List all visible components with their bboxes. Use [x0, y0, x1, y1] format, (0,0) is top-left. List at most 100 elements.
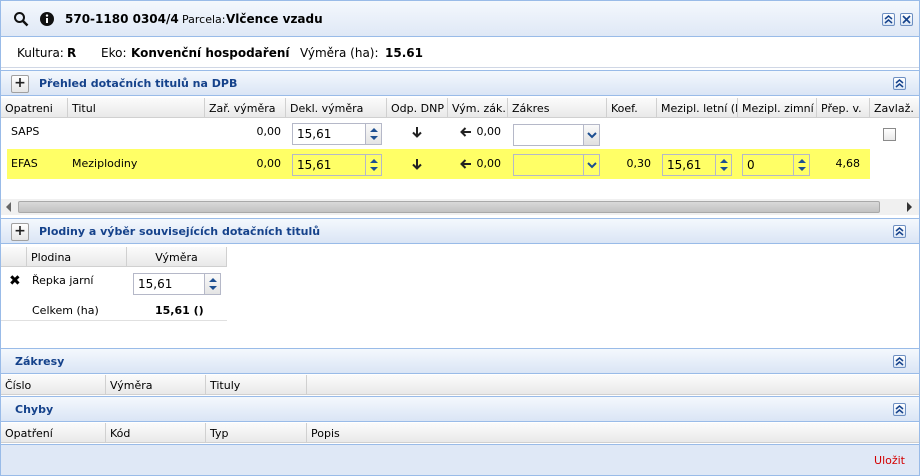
plodina-cell: Řepka jarní: [32, 274, 94, 287]
plodina-vymera-value: 15,61: [138, 277, 173, 291]
zar-vymera-cell: 0,00: [256, 157, 282, 170]
list-item[interactable]: ✖ Řepka jarní 15,61: [1, 268, 227, 298]
stepper-arrows-icon[interactable]: [365, 155, 381, 175]
table-row[interactable]: EFAS Meziplodiny 0,00 15,61 0,00 0,30 15…: [7, 149, 870, 179]
col-vym-zak[interactable]: Vým. zák.: [448, 98, 508, 118]
col-opatreni[interactable]: Opatreni: [1, 98, 68, 118]
plodiny-grid-header: Plodina Výměra: [1, 247, 227, 267]
chyby-section-header: Chyby: [1, 396, 919, 422]
col-delete: [1, 247, 27, 267]
col-zakresy-vymera[interactable]: Výměra: [106, 375, 206, 395]
scrollbar-thumb[interactable]: [18, 201, 880, 213]
total-label: Celkem (ha): [32, 304, 99, 317]
opatreni-cell: EFAS: [11, 157, 38, 170]
col-mezipl-zimni[interactable]: Mezipl. zimní (ha: [738, 98, 817, 118]
col-zavlaz[interactable]: Zavlaž.: [870, 98, 919, 118]
plodiny-total-row: Celkem (ha) 15,61 (): [1, 299, 227, 321]
col-odp-dnp[interactable]: Odp. DNP: [387, 98, 448, 118]
col-popis[interactable]: Popis: [307, 423, 919, 443]
window-footer: Uložit: [1, 444, 919, 475]
add-plodina-button[interactable]: +: [11, 223, 29, 241]
info-icon[interactable]: [39, 11, 55, 27]
zavlaz-checkbox[interactable]: [883, 128, 896, 141]
total-value: 15,61 (): [155, 304, 204, 317]
vymera-label: Výměra (ha):: [300, 46, 379, 60]
col-zar-vymera[interactable]: Zař. výměra: [205, 98, 286, 118]
col-typ[interactable]: Typ: [206, 423, 307, 443]
prep-v-cell: 4,68: [835, 157, 861, 170]
dekl-vymera-stepper[interactable]: 15,61: [292, 123, 382, 145]
col-koef[interactable]: Koef.: [607, 98, 657, 118]
koef-cell: 0,30: [626, 157, 652, 170]
col-plodina[interactable]: Plodina: [27, 247, 127, 267]
col-cislo[interactable]: Číslo: [1, 375, 106, 395]
parcel-label: Parcela:: [182, 13, 226, 26]
plodiny-section-title: Plodiny a výběr souvisejících dotačních …: [39, 225, 321, 238]
zakresy-section-header: Zákresy: [1, 348, 919, 374]
eko-label: Eko:: [101, 46, 127, 60]
save-link[interactable]: Uložit: [874, 454, 905, 467]
kultura-value: R: [67, 46, 77, 60]
arrow-down-icon[interactable]: [411, 126, 423, 141]
window-titlebar: 570-1180 0304/4 Parcela: Vlčence vzadu: [1, 1, 919, 37]
close-icon[interactable]: [900, 13, 913, 26]
collapse-all-icon[interactable]: [882, 13, 895, 26]
eko-value: Konvenční hospodaření: [131, 46, 290, 60]
stepper-arrows-icon[interactable]: [365, 124, 381, 144]
col-dekl-vymera[interactable]: Dekl. výměra: [286, 98, 387, 118]
col-prep-v[interactable]: Přep. v.: [817, 98, 870, 118]
col-zakres[interactable]: Zákres: [508, 98, 607, 118]
collapse-chyby-icon[interactable]: [893, 403, 906, 416]
dpb-section-header: + Přehled dotačních titulů na DPB: [1, 70, 919, 96]
stepper-arrows-icon[interactable]: [204, 274, 220, 294]
delete-icon[interactable]: ✖: [9, 273, 21, 289]
col-kod[interactable]: Kód: [106, 423, 206, 443]
col-chyby-opatreni[interactable]: Opatření: [1, 423, 106, 443]
scroll-right-icon[interactable]: [905, 202, 913, 215]
add-dpb-button[interactable]: +: [11, 75, 29, 93]
col-tituly[interactable]: Tituly: [206, 375, 307, 395]
zar-vymera-cell: 0,00: [256, 125, 282, 138]
stepper-arrows-icon[interactable]: [715, 155, 731, 175]
plodina-vymera-stepper[interactable]: 15,61: [133, 273, 221, 295]
kultura-label: Kultura:: [17, 46, 64, 60]
dpb-horizontal-scrollbar[interactable]: [1, 199, 919, 215]
dekl-vymera-value: 15,61: [297, 158, 332, 172]
vymera-value: 15.61: [385, 46, 423, 60]
zakresy-grid-header: Číslo Výměra Tituly: [1, 375, 919, 395]
plodiny-section-header: + Plodiny a výběr souvisejících dotačníc…: [1, 218, 919, 244]
zakres-select[interactable]: [513, 154, 600, 176]
chyby-section-title: Chyby: [15, 403, 54, 416]
table-row[interactable]: SAPS 0,00 15,61 0,00: [1, 119, 919, 149]
dekl-vymera-stepper[interactable]: 15,61: [292, 154, 382, 176]
arrow-down-icon[interactable]: [411, 158, 423, 173]
mezipl-zimni-stepper[interactable]: 0: [742, 154, 810, 176]
chyby-grid-header: Opatření Kód Typ Popis: [1, 423, 919, 443]
collapse-plodiny-icon[interactable]: [893, 225, 906, 238]
col-mezipl-letni[interactable]: Mezipl. letní (ha: [657, 98, 738, 118]
dpb-section-title: Přehled dotačních titulů na DPB: [39, 77, 238, 90]
stepper-arrows-icon[interactable]: [793, 155, 809, 175]
collapse-zakresy-icon[interactable]: [893, 355, 906, 368]
zakresy-section-title: Zákresy: [15, 355, 65, 368]
dpb-grid-header: Opatreni Titul Zař. výměra Dekl. výměra …: [1, 98, 919, 118]
mezipl-zimni-value: 0: [747, 158, 755, 172]
parcel-window: 570-1180 0304/4 Parcela: Vlčence vzadu K…: [0, 0, 920, 476]
chevron-down-icon[interactable]: [583, 125, 599, 145]
scroll-left-icon[interactable]: [5, 202, 13, 215]
zakres-select[interactable]: [513, 124, 600, 146]
dekl-vymera-value: 15,61: [297, 127, 332, 141]
col-vymera[interactable]: Výměra: [127, 247, 227, 267]
vym-zak-cell: 0,00: [476, 157, 502, 170]
mezipl-letni-stepper[interactable]: 15,61: [662, 154, 732, 176]
col-titul[interactable]: Titul: [68, 98, 205, 118]
window-title-code: 570-1180 0304/4: [65, 12, 179, 26]
chevron-down-icon[interactable]: [583, 155, 599, 175]
opatreni-cell: SAPS: [11, 125, 40, 138]
titul-cell: Meziplodiny: [72, 157, 138, 170]
parcel-summary: Kultura: R Eko: Konvenční hospodaření Vý…: [1, 38, 919, 68]
parcel-name: Vlčence vzadu: [226, 12, 323, 26]
search-icon[interactable]: [13, 11, 29, 27]
collapse-dpb-icon[interactable]: [893, 77, 906, 90]
vym-zak-cell: 0,00: [476, 125, 502, 138]
